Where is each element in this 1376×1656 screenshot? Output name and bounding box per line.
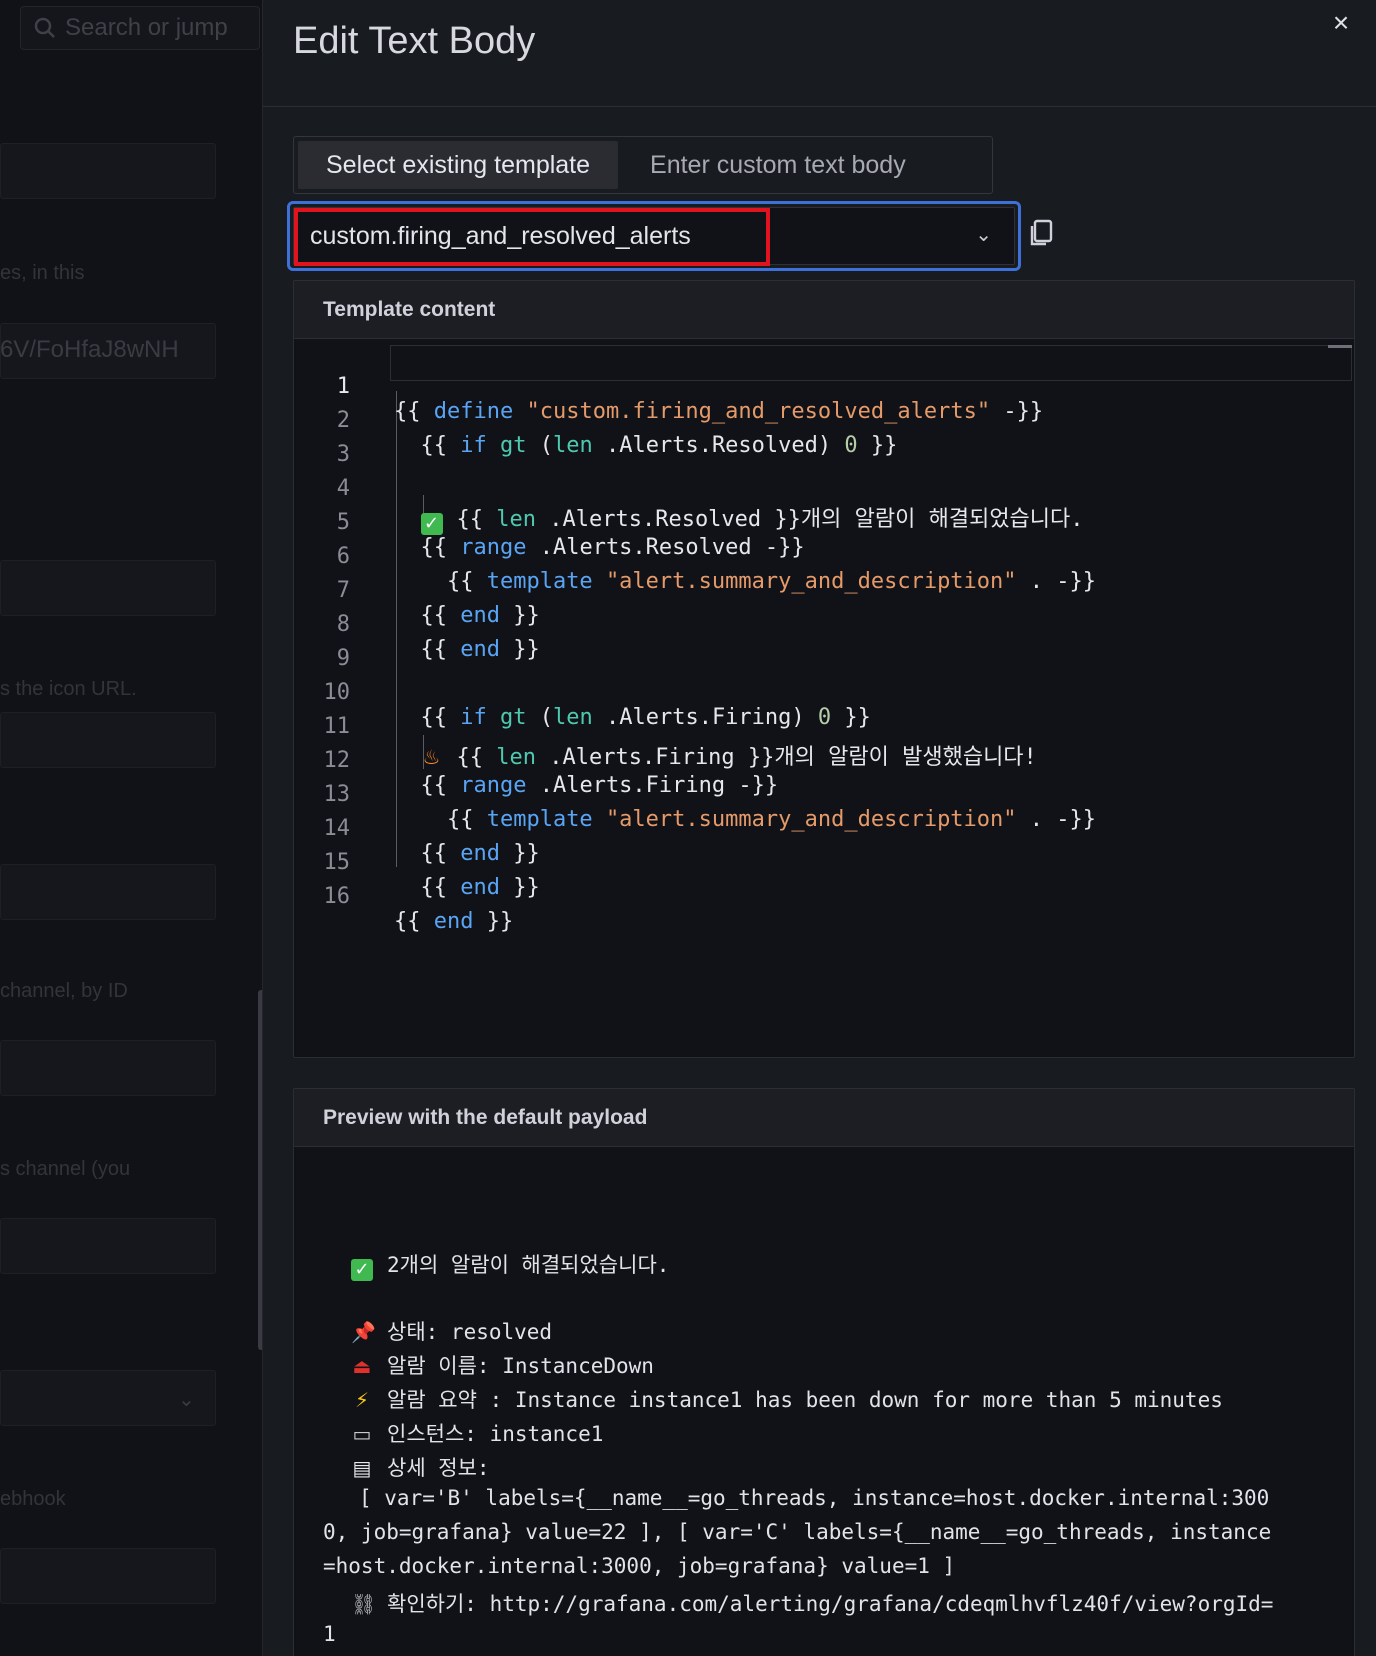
code-line: 15 {{ end }} bbox=[294, 825, 1354, 900]
search-placeholder: Search or jump bbox=[65, 14, 228, 41]
code-line: 3 bbox=[294, 417, 1354, 467]
template-content-header: Template content bbox=[294, 281, 1354, 339]
close-icon: × bbox=[1332, 7, 1350, 38]
preview-line: [ var='B' labels={__name__=go_threads, i… bbox=[359, 1486, 1270, 1510]
edit-text-body-drawer: Edit Text Body × Select existing templat… bbox=[262, 0, 1376, 1656]
background-text: ebhook bbox=[0, 1488, 66, 1510]
code-line: 12 {{ range .Alerts.Firing -}} bbox=[294, 723, 1354, 798]
background-field bbox=[0, 143, 216, 199]
preview-line: ▭ 인스턴스: instance1 bbox=[352, 1422, 604, 1446]
siren-icon: ⏏ bbox=[352, 1354, 372, 1378]
background-text: s channel (you bbox=[0, 1158, 131, 1180]
preview-line: 1 bbox=[323, 1622, 336, 1646]
template-select-value: custom.firing_and_resolved_alerts bbox=[310, 221, 691, 250]
preview-line: =host.docker.internal:3000, job=grafana}… bbox=[323, 1554, 956, 1578]
background-field bbox=[0, 1218, 216, 1274]
line-number: 16 bbox=[323, 884, 351, 909]
preview-panel: Preview with the default payload ✓ 2개의 알람… bbox=[293, 1088, 1355, 1656]
preview-output: ✓ 2개의 알람이 해결되었습니다. 📌 상태: resolved ⏏ 알람 이름: … bbox=[294, 1147, 1354, 1656]
code-line: 2 {{ if gt (len .Alerts.Resolved) 0 }} bbox=[294, 383, 1354, 458]
template-content-panel: Template content 1 {{ define "custom.fir… bbox=[293, 280, 1355, 1058]
code-line: 11 ♨{{ len .Alerts.Firing }}개의 알람이 발생했습니… bbox=[294, 689, 1354, 770]
preview-line: ⛓ 확인하기: http://grafana.com/alerting/grafa… bbox=[351, 1592, 1274, 1616]
background-field bbox=[0, 1040, 216, 1096]
background-text: es, in this bbox=[0, 262, 85, 284]
lightning-icon: ⚡ bbox=[354, 1388, 370, 1412]
preview-line: ✓ 2개의 알람이 해결되었습니다. bbox=[351, 1249, 669, 1281]
background-text: channel, by ID bbox=[0, 980, 128, 1002]
preview-line: ⏏ 알람 이름: InstanceDown bbox=[352, 1354, 654, 1378]
code-line: 13 {{ template "alert.summary_and_descri… bbox=[294, 757, 1354, 832]
search-icon bbox=[34, 17, 55, 38]
code-line: 16 {{ end }} bbox=[294, 859, 1354, 934]
link-icon: ⛓ bbox=[351, 1592, 377, 1616]
template-mode-tabs: Select existing template Enter custom te… bbox=[293, 136, 993, 194]
drawer-title: Edit Text Body bbox=[293, 20, 536, 62]
code-line: 4 ✓{{ len .Alerts.Resolved }}개의 알람이 해결되었… bbox=[294, 451, 1354, 535]
code-line: 6 {{ template "alert.summary_and_descrip… bbox=[294, 519, 1354, 594]
drawer-header: Edit Text Body × bbox=[263, 0, 1376, 107]
code-line: 9 bbox=[294, 621, 1354, 671]
background-text: 6V/FoHfaJ8wNH bbox=[0, 336, 179, 363]
code-line: 7 {{ end }} bbox=[294, 553, 1354, 628]
background-text: s the icon URL. bbox=[0, 678, 137, 700]
code-line: 10 {{ if gt (len .Alerts.Firing) 0 }} bbox=[294, 655, 1354, 730]
chevron-down-icon: ⌄ bbox=[178, 1389, 195, 1411]
page-icon: ▤ bbox=[352, 1456, 372, 1480]
copy-icon bbox=[1030, 219, 1053, 246]
close-button[interactable]: × bbox=[1326, 7, 1356, 38]
preview-line: 0, job=grafana} value=22 ], [ var='C' la… bbox=[323, 1520, 1272, 1544]
copy-button[interactable] bbox=[1027, 218, 1061, 254]
code-editor[interactable]: 1 {{ define "custom.firing_and_resolved_… bbox=[294, 339, 1354, 1057]
preview-header: Preview with the default payload bbox=[294, 1089, 1354, 1147]
search-input: Search or jump bbox=[20, 6, 260, 50]
template-select[interactable]: custom.firing_and_resolved_alerts ⌄ bbox=[293, 207, 1015, 266]
code-line: 8 {{ end }} bbox=[294, 587, 1354, 662]
pushpin-icon: 📌 bbox=[351, 1320, 376, 1344]
check-mark-icon: ✓ bbox=[351, 1259, 373, 1281]
background-field bbox=[0, 560, 216, 616]
background-page: Search or jump es, in this 6V/FoHfaJ8wNH… bbox=[0, 0, 262, 1656]
editor-scrollbar[interactable] bbox=[1328, 345, 1352, 348]
preview-line: ⚡ 알람 요약 : Instance instance1 has been dow… bbox=[351, 1384, 1223, 1414]
tab-select-existing-template[interactable]: Select existing template bbox=[298, 141, 619, 189]
preview-line: ▤ 상세 정보: bbox=[352, 1456, 490, 1480]
background-field bbox=[0, 1548, 216, 1604]
code-line: 1 {{ define "custom.firing_and_resolved_… bbox=[294, 349, 1354, 424]
preview-line: 📌 상태: resolved bbox=[351, 1320, 553, 1344]
computer-icon: ▭ bbox=[352, 1422, 372, 1446]
chevron-down-icon: ⌄ bbox=[975, 224, 992, 246]
template-select-focus-ring: custom.firing_and_resolved_alerts ⌄ bbox=[287, 201, 1021, 271]
tab-enter-custom-text-body[interactable]: Enter custom text body bbox=[622, 141, 934, 189]
code-line: 5 {{ range .Alerts.Resolved -}} bbox=[294, 485, 1354, 560]
code-line: 14 {{ end }} bbox=[294, 791, 1354, 866]
background-field bbox=[0, 712, 216, 768]
background-field bbox=[0, 864, 216, 920]
